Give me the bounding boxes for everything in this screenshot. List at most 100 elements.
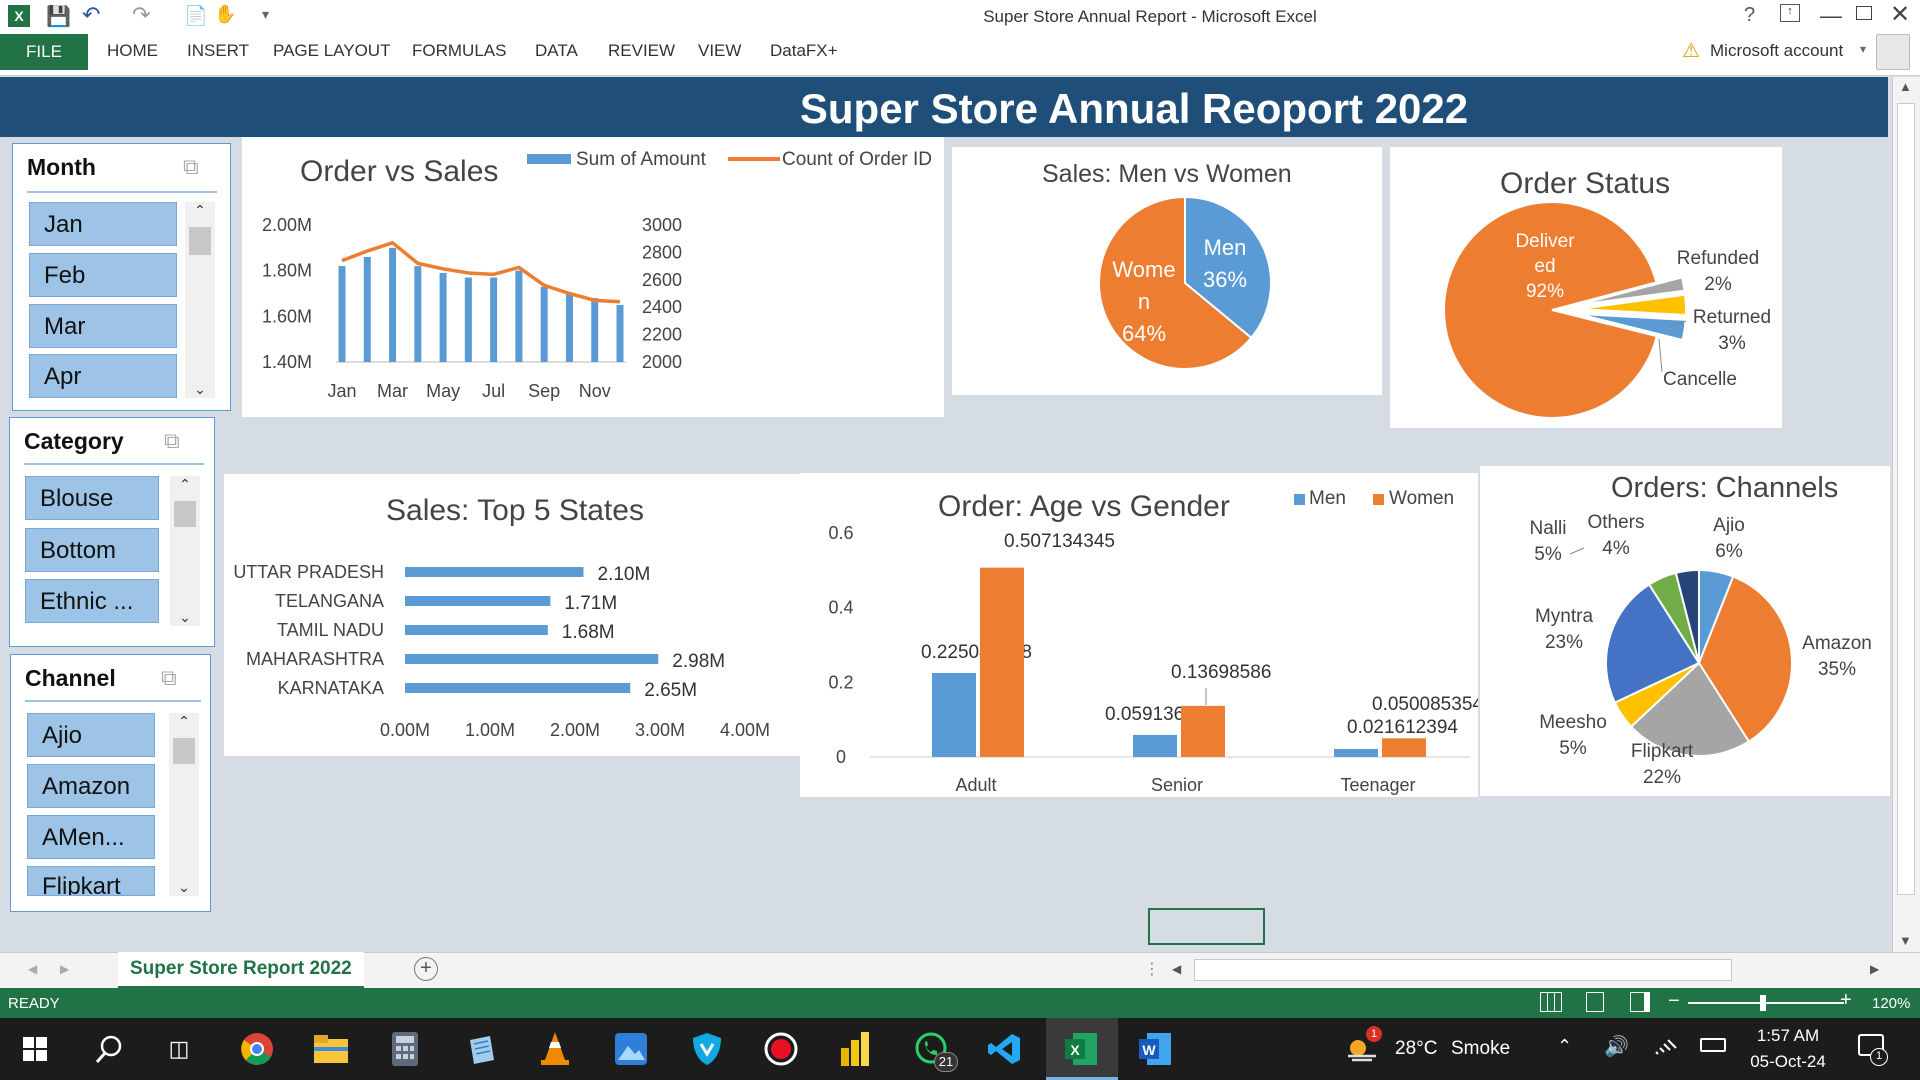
selected-cell[interactable] [1148,908,1265,945]
slicer-channel-scrollbar[interactable]: ⌃ ⌄ [169,713,199,896]
task-view-icon[interactable]: ◫ [158,1028,200,1070]
chart-channels[interactable]: Orders: Channels Ajio 6% Amazon 35% Flipkart… [1480,466,1890,796]
calculator-icon[interactable] [384,1028,426,1070]
splitter-icon[interactable]: ⋮ [1144,959,1160,979]
minimize-icon[interactable]: — [1820,3,1842,29]
next-sheet-icon[interactable]: ▶ [60,962,69,976]
pie-data-label: 6% [1715,541,1743,562]
zoom-slider[interactable] [1688,1002,1844,1004]
scroll-down-icon[interactable]: ▼ [1899,933,1912,948]
add-sheet-button[interactable]: + [414,957,438,981]
x-tick-label: Teenager [1340,775,1415,795]
pie-data-label: 4% [1602,538,1630,559]
clear-filter-icon[interactable]: ⧉ [164,428,180,454]
tab-formulas[interactable]: FORMULAS [412,41,506,61]
excel-icon[interactable]: X [1060,1028,1102,1070]
avatar[interactable] [1876,34,1910,70]
chart-age-vs-gender[interactable]: Order: Age vs Gender Men Women 0.6 0.4 0.2… [800,473,1478,797]
wifi-icon[interactable] [1654,1034,1678,1061]
windows-start-icon[interactable] [14,1028,56,1070]
help-icon[interactable]: ? [1744,4,1755,27]
tab-insert[interactable]: INSERT [187,41,249,61]
sheet-tab-active[interactable]: Super Store Report 2022 [118,952,364,989]
vertical-scrollbar[interactable]: ▲ ▼ [1892,77,1920,952]
slicer-item-bottom[interactable]: Bottom [25,528,159,572]
chevron-down-icon[interactable]: ⌄ [169,879,199,896]
power-bi-icon[interactable] [834,1028,876,1070]
tab-file[interactable]: FILE [0,34,88,70]
hscroll-left-icon[interactable]: ◀ [1172,962,1181,976]
normal-view-icon[interactable] [1540,992,1562,1012]
horizontal-scrollbar[interactable] [1194,959,1732,981]
whatsapp-icon[interactable]: 21 [910,1028,958,1072]
vscode-icon[interactable] [984,1028,1026,1070]
zoom-in-button[interactable]: + [1840,989,1852,1012]
battery-icon[interactable] [1700,1038,1726,1052]
account-dropdown-icon[interactable]: ▾ [1860,42,1866,56]
slicer-item-mar[interactable]: Mar [29,304,177,348]
slicer-item-blouse[interactable]: Blouse [25,476,159,520]
chart-top5-states[interactable]: Sales: Top 5 States UTTAR PRADESH 2.10M TE… [224,474,800,756]
tab-review[interactable]: REVIEW [608,41,675,61]
scroll-up-icon[interactable]: ▲ [1899,79,1912,94]
slicer-month-scrollbar[interactable]: ⌃ ⌄ [185,202,215,398]
chevron-up-icon[interactable]: ⌃ [169,713,199,730]
bar-data-label: 1.68M [562,622,615,643]
slicer-item-amen[interactable]: AMen... [27,815,155,859]
zoom-slider-thumb[interactable] [1760,995,1766,1011]
slicer-item-feb[interactable]: Feb [29,253,177,297]
tab-page-layout[interactable]: PAGE LAYOUT [273,41,390,61]
vlc-icon[interactable] [534,1028,576,1070]
clock-time[interactable]: 1:57 AM [1748,1026,1828,1046]
x-tick-label: Adult [955,775,996,795]
search-icon[interactable] [88,1028,130,1070]
slicer-item-amazon[interactable]: Amazon [27,764,155,808]
tab-view[interactable]: VIEW [698,41,741,61]
chevron-up-icon[interactable]: ⌃ [1557,1036,1572,1057]
zoom-level[interactable]: 120% [1872,995,1910,1012]
word-icon[interactable]: W [1134,1028,1176,1070]
notepad-icon[interactable] [460,1028,502,1070]
slicer-item-ajio[interactable]: Ajio [27,713,155,757]
restore-icon[interactable] [1856,6,1872,20]
pie-data-label: 64% [1122,321,1166,346]
close-icon[interactable]: ✕ [1890,0,1910,29]
chart-order-vs-sales[interactable]: Order vs Sales Sum of Amount Count of Or… [242,137,944,417]
slicer-item-apr[interactable]: Apr [29,354,177,398]
weather-icon[interactable]: 1 [1340,1026,1382,1070]
y-left-tick-label: 1.40M [262,352,312,372]
chevron-down-icon[interactable]: ⌄ [185,381,215,398]
prev-sheet-icon[interactable]: ◀ [28,962,37,976]
tab-data[interactable]: DATA [535,41,578,61]
clear-filter-icon[interactable]: ⧉ [161,665,177,691]
pie-data-label: 23% [1545,632,1583,653]
ribbon-display-icon[interactable]: ↑ [1780,4,1800,22]
slicer-category-scrollbar[interactable]: ⌃ ⌄ [170,476,200,626]
chevron-up-icon[interactable]: ⌃ [170,476,200,493]
file-explorer-icon[interactable] [310,1028,352,1070]
vpn-shield-icon[interactable] [686,1028,728,1070]
account-label[interactable]: Microsoft account [1710,41,1843,61]
clock-date[interactable]: 05-Oct-24 [1742,1052,1834,1072]
bar-chart-icon [841,1032,869,1066]
slicer-item-flipkart[interactable]: Flipkart [27,866,155,896]
chevron-down-icon[interactable]: ⌄ [170,609,200,626]
slicer-item-jan[interactable]: Jan [29,202,177,246]
zoom-out-button[interactable]: − [1668,990,1680,1013]
chart-men-vs-women[interactable]: Sales: Men vs Women Men 36% Wome n 64% [952,147,1382,395]
clear-filter-icon[interactable]: ⧉ [183,154,199,180]
screen-recorder-icon[interactable] [760,1028,802,1070]
volume-icon[interactable]: 🔊 [1604,1034,1629,1059]
chrome-icon[interactable] [236,1028,278,1070]
tab-home[interactable]: HOME [107,41,158,61]
x-tick-label: 3.00M [635,720,685,740]
tab-datafx[interactable]: DataFX+ [770,41,838,61]
chevron-up-icon[interactable]: ⌃ [185,202,215,219]
chart-order-status[interactable]: Order Status Deliver ed 92% Refunded 2% Retur… [1390,147,1782,428]
photos-icon[interactable] [610,1028,652,1070]
sales-bar [389,247,397,362]
slicer-item-ethnic[interactable]: Ethnic ... [25,579,159,623]
page-break-view-icon[interactable] [1630,992,1650,1012]
page-layout-view-icon[interactable] [1586,992,1604,1012]
hscroll-right-icon[interactable]: ▶ [1870,962,1879,976]
